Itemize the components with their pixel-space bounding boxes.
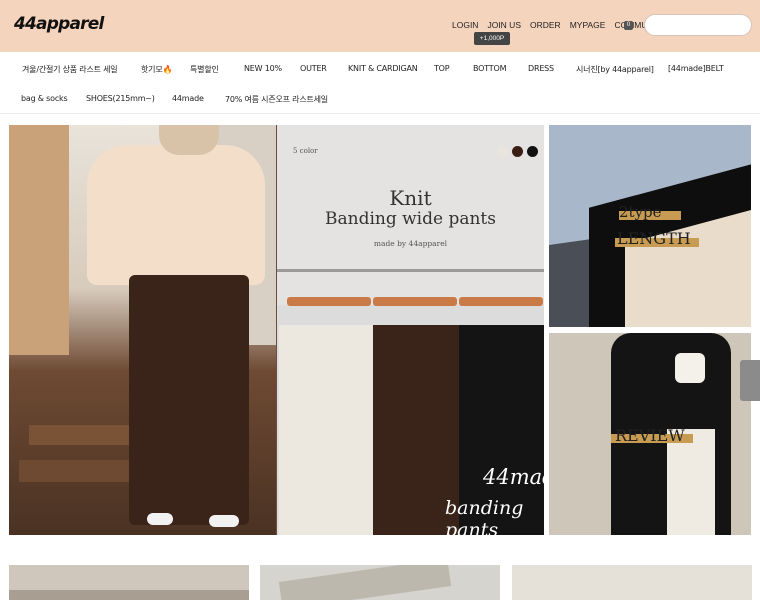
product-thumbnail[interactable]: [512, 565, 752, 600]
login-link[interactable]: LOGIN: [452, 19, 478, 31]
script-title-line1: 44made.: [483, 465, 544, 489]
nav-new[interactable]: NEW 10%: [244, 64, 282, 73]
length-line1: 2type: [619, 203, 662, 221]
review-banner[interactable]: REVIEW: [549, 333, 751, 535]
banner-title-line1: Knit: [389, 186, 432, 210]
nav-top[interactable]: TOP: [434, 64, 450, 73]
side-scroll-tab[interactable]: [740, 360, 760, 401]
banner-title-line2: Banding wide pants: [325, 209, 496, 229]
ivory-pants-image: [279, 325, 379, 535]
product-showcase: 5 color Knit Banding wide pants made by …: [277, 125, 544, 535]
model-photo: [9, 125, 276, 535]
product-thumbnail[interactable]: [260, 565, 500, 600]
nav-outer[interactable]: OUTER: [300, 64, 327, 73]
color-swatch-brown: [512, 146, 523, 157]
wide-pants-image: [129, 275, 249, 525]
category-nav: 겨울/간절기 상품 라스트 세일 핫기모🔥 특별할인 NEW 10% OUTER…: [0, 52, 760, 114]
length-banner[interactable]: 2type LENGTH: [549, 125, 751, 327]
shoe-image: [147, 513, 173, 525]
clothes-rail-image: [277, 269, 544, 272]
hanger-image: [459, 297, 543, 306]
mypage-link[interactable]: MYPAGE: [570, 19, 606, 31]
nav-belt[interactable]: [44made]BELT: [668, 64, 724, 73]
color-swatch-ivory: [497, 146, 508, 157]
nav-fleece[interactable]: 핫기모🔥: [141, 64, 172, 75]
main-banner[interactable]: 5 color Knit Banding wide pants made by …: [9, 125, 544, 535]
review-label: REVIEW: [615, 426, 685, 445]
length-line2: LENGTH: [617, 229, 691, 248]
nav-44made[interactable]: 44made: [172, 94, 204, 103]
site-logo[interactable]: 44apparel: [14, 14, 104, 34]
product-image: [278, 565, 452, 600]
top-links: LOGIN JOIN US ORDER MYPAGE COMMUNITY: [452, 19, 676, 31]
phone-image: [159, 125, 219, 155]
hanger-image: [373, 297, 457, 306]
wooden-step-image: [19, 460, 139, 482]
script-title-line2: banding pants: [445, 497, 524, 535]
join-point-badge: +1,000P: [474, 32, 510, 45]
order-link[interactable]: ORDER: [530, 19, 561, 31]
nav-winter-last-sale[interactable]: 겨울/간절기 상품 라스트 세일: [22, 64, 118, 75]
wooden-step-image: [29, 425, 139, 445]
nav-summer-season-off[interactable]: 70% 여름 시즌오프 라스트세일: [225, 94, 328, 105]
nav-shoes[interactable]: SHOES(215mm~): [86, 94, 155, 103]
color-count-label: 5 color: [293, 147, 318, 155]
nav-bag-socks[interactable]: bag & socks: [21, 94, 68, 103]
nav-bottom[interactable]: BOTTOM: [473, 64, 506, 73]
color-swatch-black: [527, 146, 538, 157]
join-us-link[interactable]: JOIN US: [487, 19, 521, 31]
shoe-image: [209, 515, 239, 527]
product-thumbnail[interactable]: [9, 565, 249, 600]
hanger-image: [287, 297, 371, 306]
knit-sweater-image: [87, 145, 265, 285]
mug-image: [675, 353, 705, 383]
nav-knit-cardigan[interactable]: KNIT & CARDIGAN: [348, 64, 418, 73]
search-input[interactable]: [644, 14, 752, 36]
nav-special-discount[interactable]: 특별할인: [190, 64, 219, 75]
made-by-label: made by 44apparel: [373, 239, 448, 248]
nav-synergy[interactable]: 시너진[by 44apparel]: [576, 64, 654, 75]
door-image: [9, 125, 69, 355]
community-count-badge: 0: [624, 21, 633, 30]
nav-dress[interactable]: DRESS: [528, 64, 554, 73]
product-image: [9, 590, 249, 600]
